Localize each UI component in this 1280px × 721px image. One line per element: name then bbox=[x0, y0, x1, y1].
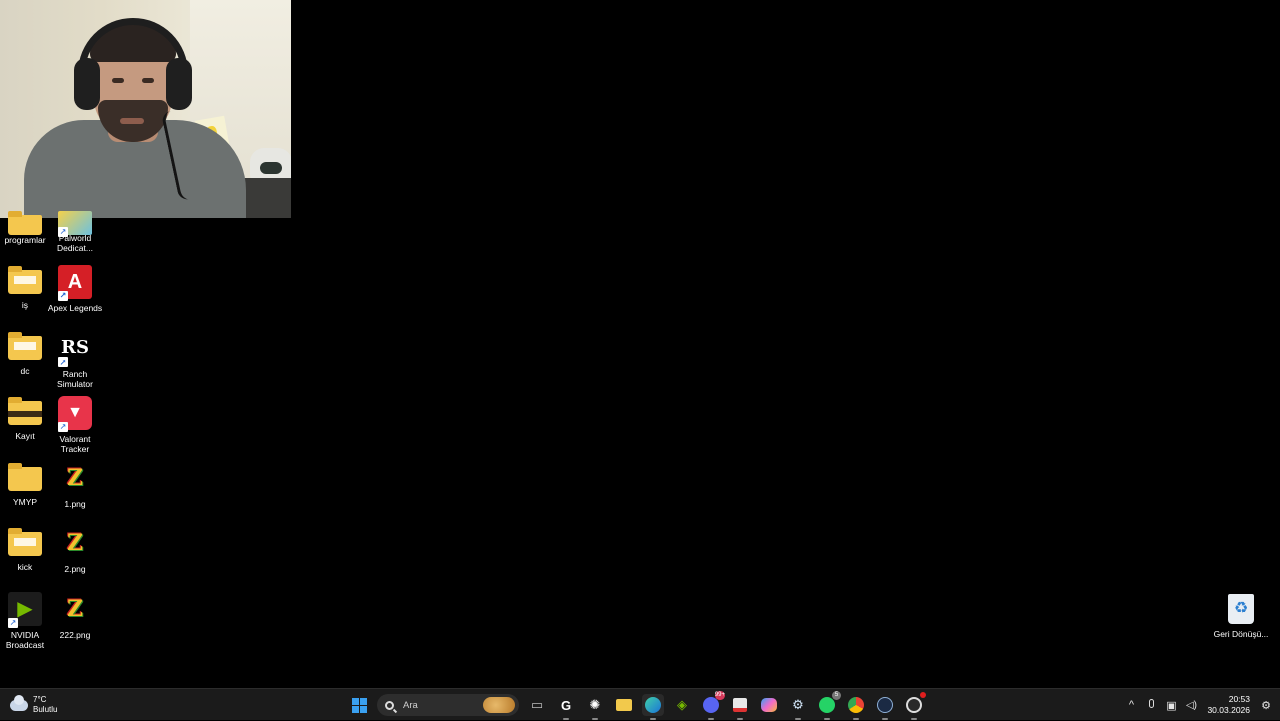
image-file-icon: Z bbox=[66, 596, 84, 622]
shortcut-arrow-icon: ↗ bbox=[58, 227, 68, 237]
obs-icon bbox=[906, 697, 922, 713]
network-icon: ▣ bbox=[1166, 699, 1177, 712]
notification-badge: 99+ bbox=[714, 691, 725, 700]
desktop-icon-apex-legends[interactable]: A ↗ Apex Legends bbox=[45, 265, 105, 313]
weather-widget[interactable]: 7°C Bulutlu bbox=[10, 694, 57, 716]
settings-button[interactable]: ⚙ bbox=[787, 694, 809, 720]
folder-icon bbox=[8, 397, 42, 425]
icon-label: Geri Dönüşü... bbox=[1213, 629, 1269, 639]
nvidia-broadcast-icon: ↗ bbox=[8, 592, 42, 628]
start-button[interactable] bbox=[348, 694, 370, 716]
desktop-icon-222-png[interactable]: Z 222.png bbox=[45, 592, 105, 640]
search-highlight-image bbox=[483, 697, 515, 713]
icon-label: Palworld Dedicat... bbox=[57, 233, 93, 253]
folder-icon bbox=[8, 332, 42, 360]
desktop: programlar ↗ Palworld Dedicat... iş A ↗ A… bbox=[0, 0, 1280, 688]
edge-button[interactable] bbox=[642, 694, 664, 720]
apex-legends-icon: A ↗ bbox=[58, 265, 92, 301]
shortcut-arrow-icon: ↗ bbox=[8, 618, 18, 628]
volume-button[interactable]: ◁) bbox=[1181, 699, 1201, 711]
whatsapp-icon bbox=[819, 697, 835, 713]
webcam-overlay bbox=[0, 0, 291, 218]
desktop-icon-2-png[interactable]: Z 2.png bbox=[45, 526, 105, 574]
microphone-button[interactable] bbox=[1141, 699, 1161, 711]
windows-logo-icon bbox=[351, 697, 367, 713]
taskbar-center: Ara ▭ G ✺ ◈ 99+ ⚙ 5 bbox=[348, 689, 926, 721]
shortcut-arrow-icon: ↗ bbox=[58, 422, 68, 432]
steam-icon bbox=[877, 697, 893, 713]
weather-text: 7°C Bulutlu bbox=[33, 695, 57, 715]
folder-icon bbox=[8, 463, 42, 491]
show-hidden-icons-button[interactable]: ^ bbox=[1121, 699, 1141, 711]
logitech-ghub-button[interactable]: G bbox=[555, 694, 577, 720]
microphone-icon bbox=[1148, 699, 1154, 708]
chatgpt-button[interactable]: ✺ bbox=[584, 694, 606, 720]
clock[interactable]: 20:53 30.03.2026 bbox=[1207, 694, 1250, 716]
gear-icon: ⚙ bbox=[792, 697, 804, 712]
recording-dot-icon bbox=[920, 692, 926, 698]
icon-label: Valorant Tracker bbox=[59, 434, 91, 454]
icon-label: 2.png bbox=[64, 564, 86, 574]
image-file-icon: Z bbox=[66, 465, 84, 491]
snipping-tool-button[interactable] bbox=[729, 694, 751, 720]
shortcut-arrow-icon: ↗ bbox=[58, 291, 68, 301]
icon-label: Ranch Simulator bbox=[57, 369, 93, 389]
task-view-icon: ▭ bbox=[530, 697, 544, 712]
folder-icon bbox=[8, 211, 42, 235]
search-placeholder: Ara bbox=[403, 699, 418, 711]
palworld-icon: ↗ bbox=[58, 211, 92, 237]
system-tray: ^ ▣ ◁) 20:53 30.03.2026 ⚙ bbox=[1121, 689, 1280, 721]
desktop-icon-valorant-tracker[interactable]: ↗ Valorant Tracker bbox=[45, 396, 105, 454]
tray-app-icon: ⚙ bbox=[1261, 699, 1271, 712]
folder-icon bbox=[8, 528, 42, 556]
nvidia-icon: ◈ bbox=[677, 697, 687, 712]
nvidia-button[interactable]: ◈ bbox=[671, 694, 693, 716]
notifications-button[interactable]: ⚙ bbox=[1256, 699, 1276, 712]
desktop-icon-palworld[interactable]: ↗ Palworld Dedicat... bbox=[45, 205, 105, 253]
icon-label: 222.png bbox=[59, 630, 91, 640]
snipping-tool-icon bbox=[733, 698, 747, 712]
chrome-button[interactable] bbox=[845, 694, 867, 720]
cloud-icon bbox=[10, 694, 28, 711]
chatgpt-icon: ✺ bbox=[589, 697, 601, 712]
speaker-icon: ◁) bbox=[1185, 700, 1197, 711]
whatsapp-button[interactable]: 5 bbox=[816, 691, 841, 720]
search-box[interactable]: Ara bbox=[377, 694, 519, 716]
desktop-icon-1-png[interactable]: Z 1.png bbox=[45, 461, 105, 509]
search-icon bbox=[385, 700, 394, 710]
notification-badge: 5 bbox=[832, 691, 841, 700]
icon-label: Apex Legends bbox=[47, 303, 103, 313]
copilot-icon bbox=[761, 698, 777, 712]
ranch-simulator-icon: RS ↗ bbox=[58, 337, 89, 367]
steam-button[interactable] bbox=[874, 694, 896, 720]
taskbar: 7°C Bulutlu Ara ▭ G ✺ ◈ 99+ ⚙ 5 ^ ▣ ◁) 2… bbox=[0, 688, 1280, 720]
file-explorer-button[interactable] bbox=[613, 694, 635, 716]
edge-icon bbox=[645, 697, 661, 713]
chrome-icon bbox=[848, 697, 864, 713]
folder-icon bbox=[8, 266, 42, 294]
chevron-up-icon: ^ bbox=[1128, 699, 1135, 711]
weather-temp: 7°C bbox=[33, 695, 47, 704]
shortcut-arrow-icon: ↗ bbox=[58, 357, 68, 367]
recycle-bin-icon bbox=[1228, 594, 1254, 624]
logitech-g-icon: G bbox=[560, 697, 572, 713]
discord-button[interactable]: 99+ bbox=[700, 691, 725, 720]
network-button[interactable]: ▣ bbox=[1161, 699, 1181, 712]
weather-condition: Bulutlu bbox=[33, 705, 58, 714]
clock-time: 20:53 bbox=[1228, 694, 1250, 704]
image-file-icon: Z bbox=[66, 530, 84, 556]
valorant-tracker-icon: ↗ bbox=[58, 396, 92, 432]
icon-label: 1.png bbox=[64, 499, 86, 509]
folder-icon bbox=[616, 699, 632, 711]
desktop-icon-recycle-bin[interactable]: Geri Dönüşü... bbox=[1211, 594, 1271, 639]
obs-button[interactable] bbox=[903, 692, 926, 720]
copilot-button[interactable] bbox=[758, 694, 780, 716]
task-view-button[interactable]: ▭ bbox=[526, 694, 548, 716]
desktop-icon-ranch-simulator[interactable]: RS ↗ Ranch Simulator bbox=[45, 331, 105, 389]
clock-date: 30.03.2026 bbox=[1207, 705, 1250, 715]
